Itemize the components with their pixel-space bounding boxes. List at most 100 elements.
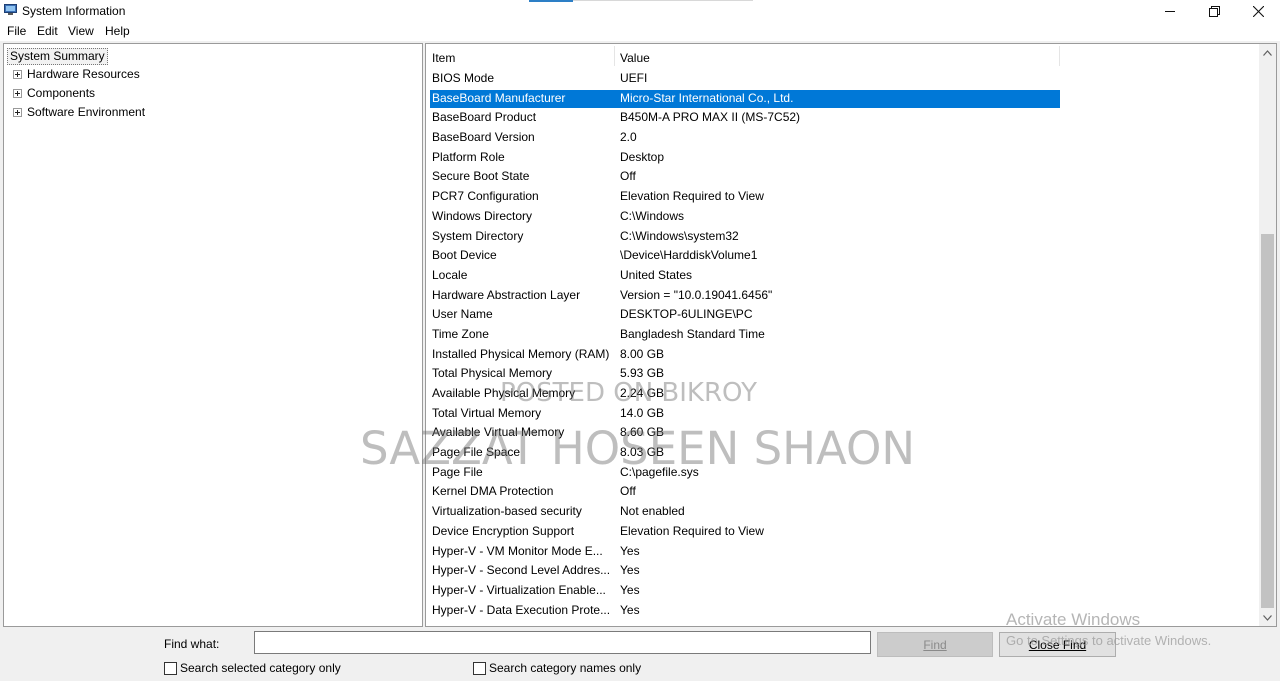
- checkbox-box[interactable]: [473, 661, 486, 675]
- cell-value: Yes: [620, 563, 640, 578]
- table-row[interactable]: Available Virtual Memory 8.60 GB: [426, 423, 1259, 443]
- cell-value: Bangladesh Standard Time: [620, 326, 765, 341]
- restore-button[interactable]: [1192, 0, 1236, 22]
- table-row[interactable]: BaseBoard Product B450M-A PRO MAX II (MS-…: [426, 108, 1259, 128]
- cell-item: Boot Device: [432, 248, 497, 263]
- table-row[interactable]: Device Encryption Support Elevation Requi…: [426, 522, 1259, 542]
- menu-help[interactable]: Help: [105, 24, 130, 38]
- cell-item: Locale: [432, 267, 468, 282]
- table-row[interactable]: Virtualization-based security Not enabled: [426, 502, 1259, 522]
- tree-item-software-environment[interactable]: Software Environment: [27, 104, 145, 121]
- cell-item: Hardware Abstraction Layer: [432, 287, 581, 302]
- menu-bar: File Edit View Help: [0, 22, 1280, 41]
- table-row[interactable]: Platform Role Desktop: [426, 148, 1259, 168]
- table-row[interactable]: Locale United States: [426, 266, 1259, 286]
- cell-item: BaseBoard Version: [432, 130, 535, 145]
- tree-expand-icon[interactable]: [13, 89, 22, 98]
- table-row[interactable]: Total Physical Memory 5.93 GB: [426, 364, 1259, 384]
- scroll-up-button[interactable]: [1259, 44, 1276, 61]
- cell-value: Version = "10.0.19041.6456": [620, 287, 773, 302]
- cell-item: Hyper-V - Data Execution Prote...: [432, 602, 611, 617]
- cell-item: Total Physical Memory: [432, 366, 553, 381]
- cell-value: C:\Windows\system32: [620, 228, 739, 243]
- table-row[interactable]: Page File Space 8.03 GB: [426, 443, 1259, 463]
- table-row[interactable]: Hardware Abstraction Layer Version = "10.…: [426, 286, 1259, 306]
- table-row[interactable]: User Name DESKTOP-6ULINGE\PC: [426, 305, 1259, 325]
- table-row[interactable]: PCR7 Configuration Elevation Required to …: [426, 187, 1259, 207]
- table-row[interactable]: Windows Directory C:\Windows: [426, 207, 1259, 227]
- column-header-item[interactable]: Item: [432, 44, 455, 69]
- activate-windows-title: Activate Windows: [1006, 610, 1141, 629]
- find-button[interactable]: Find: [877, 632, 993, 657]
- cell-value: Desktop: [620, 149, 665, 164]
- cell-item: Installed Physical Memory (RAM): [432, 346, 610, 361]
- cell-value: Yes: [620, 543, 640, 558]
- table-row[interactable]: Installed Physical Memory (RAM) 8.00 GB: [426, 345, 1259, 365]
- cell-item: PCR7 Configuration: [432, 189, 539, 204]
- table-row[interactable]: BIOS Mode UEFI: [426, 69, 1259, 89]
- table-row[interactable]: BaseBoard Version 2.0: [426, 128, 1259, 148]
- cell-item: Available Virtual Memory: [432, 425, 565, 440]
- cell-value: 8.03 GB: [620, 445, 665, 460]
- cell-item: Available Physical Memory: [432, 386, 576, 400]
- cell-value: 2.0: [620, 130, 637, 145]
- window-title: System Information: [22, 4, 126, 18]
- tree-item-components[interactable]: Components: [27, 85, 95, 102]
- table-row[interactable]: Hyper-V - Virtualization Enable... Yes: [426, 581, 1259, 601]
- cell-item: Hyper-V - Second Level Addres...: [432, 563, 611, 578]
- cell-value: Yes: [620, 582, 640, 597]
- tree-item-system-summary[interactable]: System Summary: [7, 48, 108, 65]
- scroll-down-icon: [1263, 614, 1272, 621]
- cell-item: Device Encryption Support: [432, 523, 575, 538]
- tree-expand-icon[interactable]: [13, 70, 22, 79]
- scroll-down-button[interactable]: [1259, 609, 1276, 626]
- menu-edit[interactable]: Edit: [37, 24, 58, 38]
- table-row[interactable]: Secure Boot State Off: [426, 167, 1259, 187]
- table-row[interactable]: Total Virtual Memory 14.0 GB: [426, 404, 1259, 424]
- find-input[interactable]: [254, 631, 871, 654]
- cell-item: Page File: [432, 464, 483, 479]
- tree-item-hardware-resources[interactable]: Hardware Resources: [27, 66, 140, 83]
- cell-item: BIOS Mode: [432, 71, 495, 85]
- menu-file[interactable]: File: [7, 24, 26, 38]
- category-tree[interactable]: System Summary Hardware Resources Compon…: [3, 43, 423, 627]
- checkbox-box[interactable]: [164, 661, 177, 675]
- table-row[interactable]: Boot Device \Device\HarddiskVolume1: [426, 246, 1259, 266]
- vertical-scrollbar[interactable]: [1259, 44, 1276, 626]
- tree-expand-icon[interactable]: [13, 108, 22, 117]
- close-icon: [1252, 5, 1264, 17]
- menu-view[interactable]: View: [68, 24, 94, 38]
- table-row[interactable]: Page File C:\pagefile.sys: [426, 463, 1259, 483]
- column-separator[interactable]: [1059, 46, 1060, 66]
- table-row[interactable]: Kernel DMA Protection Off: [426, 482, 1259, 502]
- cell-value: United States: [620, 267, 693, 282]
- restore-icon: [1208, 5, 1220, 17]
- details-list[interactable]: Item Value BIOS Mode UEFI BaseBoard Manufa…: [425, 43, 1277, 627]
- cell-item: Windows Directory: [432, 208, 533, 223]
- table-row[interactable]: System Directory C:\Windows\system32: [426, 227, 1259, 247]
- cell-item: Hyper-V - Virtualization Enable...: [432, 582, 606, 597]
- cell-value: Micro-Star International Co., Ltd.: [620, 90, 794, 105]
- column-separator[interactable]: [614, 46, 615, 66]
- cell-item: User Name: [432, 307, 493, 322]
- title-accent-line: [573, 0, 753, 1]
- cell-value: 14.0 GB: [620, 405, 665, 420]
- cell-item: Kernel DMA Protection: [432, 484, 554, 499]
- cell-item: Page File Space: [432, 445, 521, 460]
- close-button[interactable]: [1236, 0, 1280, 22]
- table-row[interactable]: Time Zone Bangladesh Standard Time: [426, 325, 1259, 345]
- column-header-value[interactable]: Value: [620, 44, 650, 69]
- cell-item: Time Zone: [432, 326, 489, 341]
- search-selected-category-checkbox[interactable]: Search selected category only: [164, 661, 341, 675]
- table-row[interactable]: Hyper-V - VM Monitor Mode E... Yes: [426, 542, 1259, 562]
- scroll-thumb[interactable]: [1261, 234, 1274, 608]
- cell-value: Elevation Required to View: [620, 523, 764, 538]
- cell-value: 8.00 GB: [620, 346, 665, 361]
- cell-item: BaseBoard Manufacturer: [432, 90, 566, 105]
- minimize-button[interactable]: [1148, 0, 1192, 22]
- table-row[interactable]: BaseBoard Manufacturer Micro-Star Interna…: [426, 89, 1259, 109]
- minimize-icon: [1165, 11, 1175, 12]
- table-row[interactable]: Available Physical Memory 2.24 GB: [426, 384, 1259, 404]
- search-category-names-checkbox[interactable]: Search category names only: [473, 661, 641, 675]
- table-row[interactable]: Hyper-V - Second Level Addres... Yes: [426, 561, 1259, 581]
